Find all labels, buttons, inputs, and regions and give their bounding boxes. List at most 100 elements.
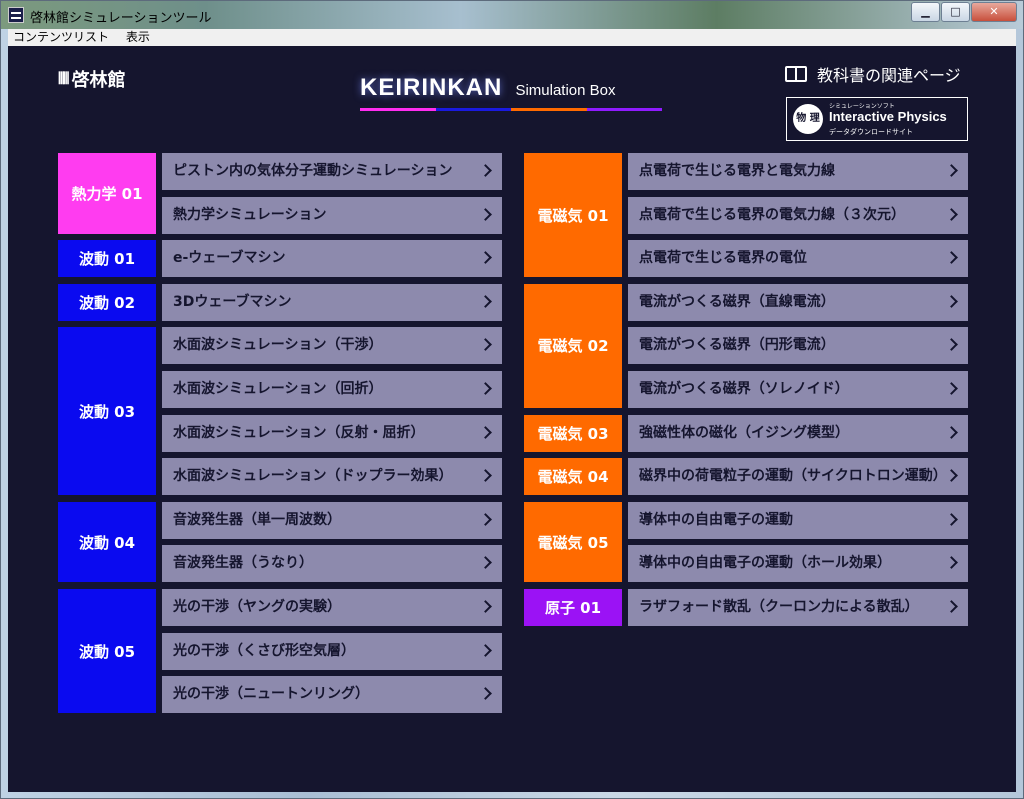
interactive-physics-link[interactable]: 物 理 シミュレーションソフト Interactive Physics データダ…: [786, 97, 968, 141]
maximize-button[interactable]: □: [941, 2, 970, 22]
simulation-item-label: 電流がつくる磁界（ソレノイド）: [639, 381, 849, 397]
simulation-item-label: 音波発生器（単一周波数）: [173, 511, 341, 528]
chevron-right-icon: [479, 294, 492, 308]
category-left_column-1: 波動 01: [58, 240, 156, 278]
category-left_column-4: 波動 04: [58, 501, 156, 583]
simulation-item-label: 熱力学シミュレーション: [173, 206, 327, 223]
chevron-right-icon: [479, 512, 492, 526]
title-bar[interactable]: 啓林館シミュレーションツール ▁ □ ✕: [1, 1, 1023, 29]
simulation-item[interactable]: 点電荷で生じる電界の電位: [628, 240, 968, 278]
chevron-right-icon: [479, 251, 492, 265]
simulation-item-label: ラザフォード散乱（クーロン力による散乱）: [639, 599, 919, 615]
category-left_column-2: 波動 02: [58, 283, 156, 321]
category-right_column-0: 電磁気 01: [524, 153, 622, 278]
simulation-item[interactable]: 音波発生器（単一周波数）: [162, 501, 502, 539]
brand-bar-segment: [586, 108, 662, 111]
book-icon: [785, 66, 807, 82]
simulation-item[interactable]: 導体中の自由電子の運動: [628, 501, 968, 539]
simulation-item-label: 光の干渉（ニュートンリング）: [173, 686, 369, 703]
simulation-item[interactable]: 水面波シミュレーション（反射・屈折）: [162, 414, 502, 452]
window-title: 啓林館シミュレーションツール: [30, 11, 212, 26]
brand-bar-segment: [360, 108, 436, 111]
simulation-item[interactable]: 音波発生器（うなり）: [162, 545, 502, 583]
category-right_column-3: 電磁気 04: [524, 458, 622, 496]
category-left_column-0: 熱力学 01: [58, 153, 156, 234]
category-left_column-5: 波動 05: [58, 589, 156, 714]
chevron-right-icon: [479, 164, 492, 177]
simulation-item-label: 音波発生器（うなり）: [173, 555, 313, 572]
chevron-right-icon: [479, 382, 492, 395]
simulation-item-label: 水面波シミュレーション（ドップラー効果）: [173, 468, 453, 485]
simulation-item-label: 点電荷で生じる電界の電位: [639, 250, 807, 267]
brand-bar-segment: [435, 108, 511, 111]
logo-mark-icon: ⫴⫴: [58, 69, 70, 88]
minimize-button[interactable]: ▁: [911, 2, 940, 22]
simulation-item-label: 水面波シミュレーション（反射・屈折）: [173, 424, 425, 441]
textbook-pages-link[interactable]: 教科書の関連ページ: [785, 62, 961, 86]
brand-title: KEIRINKAN Simulation Box: [360, 74, 662, 111]
simulation-item[interactable]: 光の干渉（くさび形空気層）: [162, 632, 502, 670]
simulation-item-label: 電流がつくる磁界（直線電流）: [639, 293, 835, 310]
chevron-right-icon: [945, 164, 958, 177]
category-right_column-4: 電磁気 05: [524, 501, 622, 583]
brand-sub-text: Simulation Box: [515, 82, 616, 99]
simulation-item[interactable]: 電流がつくる磁界（円形電流）: [628, 327, 968, 365]
category-right_column-2: 電磁気 03: [524, 414, 622, 452]
simulation-item[interactable]: ラザフォード散乱（クーロン力による散乱）: [628, 589, 968, 626]
chevron-right-icon: [479, 687, 492, 701]
simulation-item-label: 3Dウェーブマシン: [173, 293, 292, 310]
chevron-right-icon: [479, 600, 492, 613]
chevron-right-icon: [945, 251, 958, 265]
simulation-item[interactable]: ピストン内の気体分子運動シミュレーション: [162, 153, 502, 190]
simulation-item[interactable]: 強磁性体の磁化（イジング模型）: [628, 414, 968, 452]
brand-bar-segment: [511, 108, 587, 111]
simulation-item[interactable]: 点電荷で生じる電界と電気力線: [628, 153, 968, 190]
chevron-right-icon: [945, 512, 958, 526]
simulation-item[interactable]: 電流がつくる磁界（直線電流）: [628, 283, 968, 321]
chevron-right-icon: [945, 469, 958, 483]
simulation-item[interactable]: 熱力学シミュレーション: [162, 196, 502, 234]
menu-bar: コンテンツリスト 表示: [8, 29, 1016, 46]
simulation-item[interactable]: 光の干渉（ヤングの実験）: [162, 589, 502, 626]
simulation-item-label: 導体中の自由電子の運動（ホール効果）: [639, 555, 891, 572]
simulation-item-label: 点電荷で生じる電界と電気力線: [639, 163, 835, 179]
simulation-item[interactable]: 導体中の自由電子の運動（ホール効果）: [628, 545, 968, 583]
logo-text: 啓林館: [71, 70, 126, 91]
chevron-right-icon: [945, 294, 958, 308]
simulation-item[interactable]: 3Dウェーブマシン: [162, 283, 502, 321]
simulation-item-label: 強磁性体の磁化（イジング模型）: [639, 424, 849, 441]
simulation-item[interactable]: e-ウェーブマシン: [162, 240, 502, 278]
ip-name: Interactive Physics: [829, 109, 947, 124]
chevron-right-icon: [479, 338, 492, 352]
chevron-right-icon: [945, 425, 958, 439]
menu-contents-list[interactable]: コンテンツリスト: [13, 30, 109, 44]
chevron-right-icon: [479, 207, 492, 221]
category-left_column-3: 波動 03: [58, 327, 156, 496]
simulation-item-label: 水面波シミュレーション（干渉）: [173, 337, 383, 354]
chevron-right-icon: [479, 425, 492, 439]
chevron-right-icon: [479, 469, 492, 483]
simulation-item[interactable]: 光の干渉（ニュートンリング）: [162, 676, 502, 714]
simulation-item[interactable]: 水面波シミュレーション（回折）: [162, 371, 502, 408]
textbook-link-label: 教科書の関連ページ: [817, 66, 961, 85]
simulation-item[interactable]: 電流がつくる磁界（ソレノイド）: [628, 371, 968, 408]
simulation-item-label: e-ウェーブマシン: [173, 250, 286, 267]
main-content: ⫴⫴ 啓林館 KEIRINKAN Simulation Box 教科書の関連ペー…: [8, 46, 1016, 792]
simulation-item[interactable]: 水面波シミュレーション（ドップラー効果）: [162, 458, 502, 496]
chevron-right-icon: [945, 338, 958, 352]
chevron-right-icon: [945, 556, 958, 570]
simulation-item[interactable]: 磁界中の荷電粒子の運動（サイクロトロン運動）: [628, 458, 968, 496]
simulation-item-label: 導体中の自由電子の運動: [639, 511, 793, 528]
simulation-item-label: 光の干渉（くさび形空気層）: [173, 642, 355, 659]
simulation-item-label: 電流がつくる磁界（円形電流）: [639, 337, 835, 354]
category-right_column-5: 原子 01: [524, 589, 622, 626]
chevron-right-icon: [479, 643, 492, 657]
simulation-item[interactable]: 点電荷で生じる電界の電気力線（３次元）: [628, 196, 968, 234]
simulation-item[interactable]: 水面波シミュレーション（干渉）: [162, 327, 502, 365]
close-button[interactable]: ✕: [971, 2, 1017, 22]
ip-sub-label: データダウンロードサイト: [829, 128, 913, 136]
chevron-right-icon: [945, 382, 958, 395]
app-icon: [8, 7, 24, 23]
chevron-right-icon: [945, 600, 958, 613]
menu-view[interactable]: 表示: [126, 30, 150, 44]
